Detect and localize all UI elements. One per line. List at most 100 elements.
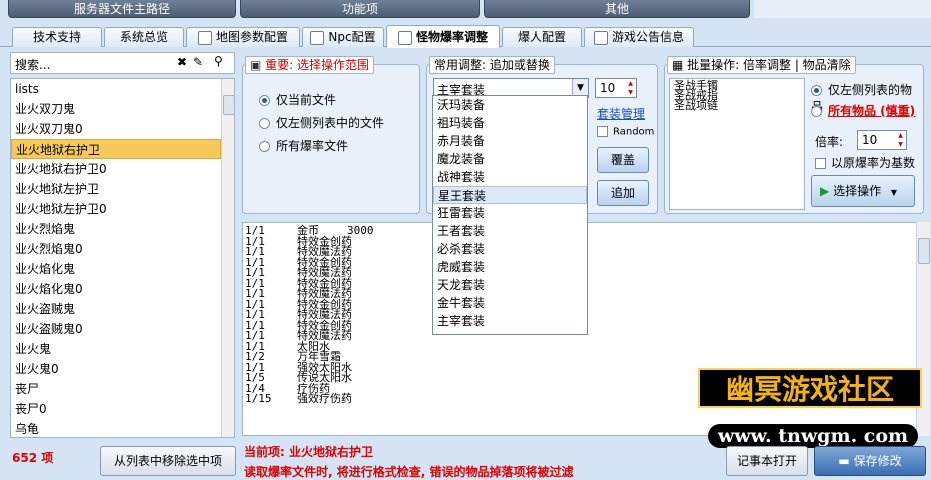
list-item[interactable]: 业火地狱左护卫 — [11, 179, 221, 199]
server-path-button[interactable]: 服务器文件主路径 — [8, 0, 236, 18]
tab-label: Npc配置 — [328, 30, 376, 44]
watermark-logo: 幽冥游戏社区 — [698, 368, 922, 408]
document-icon — [397, 30, 412, 45]
dropdown-option[interactable]: 虎威套装 — [433, 258, 587, 276]
set-dropdown-list: 沃玛装备 祖玛装备 赤月装备 魔龙装备 战神套装 星王套装 狂雷套装 王者套装 必杀套装 虎威套装… — [432, 95, 588, 335]
scroll-thumb[interactable] — [918, 238, 930, 264]
chevron-down-icon: ▼ — [890, 188, 898, 197]
set-manage-link[interactable]: 套装管理 — [597, 105, 645, 122]
remove-selected-button[interactable]: 从列表中移除选中项 — [100, 446, 236, 476]
radio-icon — [259, 95, 270, 106]
notepad-open-button[interactable]: 记事本打开 — [726, 446, 808, 476]
batch-option-all[interactable]: 所有物品 (慎重) — [811, 102, 915, 119]
tab-tech-support[interactable]: 技术支持 — [12, 27, 102, 47]
scope-option-list[interactable]: 仅左侧列表中的文件 — [259, 114, 384, 131]
dropdown-option[interactable]: 王者套装 — [433, 222, 587, 240]
dropdown-items: 沃玛装备 祖玛装备 赤月装备 魔龙装备 战神套装 星王套装 狂雷套装 王者套装 必杀套装 虎威套装… — [433, 96, 587, 330]
scope-group: ▣ 重要: 选择操作范围 仅当前文件 仅左侧列表中的文件 所有爆率文件 — [242, 56, 420, 214]
dropdown-option[interactable]: 狂雷套装 — [433, 204, 587, 222]
save-changes-button[interactable]: ▬ 保存修改 — [814, 446, 926, 476]
log-cell: 强效疗伤药 — [297, 392, 352, 405]
scroll-thumb[interactable] — [223, 95, 234, 115]
search-input[interactable]: 搜索... — [15, 56, 50, 73]
dropdown-option[interactable]: 祖玛装备 — [433, 114, 587, 132]
edit-icon[interactable]: ✎ — [193, 55, 203, 69]
dropdown-option[interactable]: 赤月装备 — [433, 132, 587, 150]
list-item[interactable]: 业火鬼0 — [11, 359, 221, 379]
tab-announcement[interactable]: 游戏公告信息 — [584, 27, 694, 47]
tab-npc-config[interactable]: Npc配置 — [302, 27, 384, 47]
search-icon — [310, 30, 325, 45]
overwrite-button[interactable]: 覆盖 — [597, 147, 649, 173]
stepper-arrows-icon[interactable]: ▲ ▼ — [895, 131, 906, 149]
batch-item: 圣战项链 — [674, 99, 718, 112]
clear-icon[interactable]: ✖ — [177, 55, 187, 69]
radio-label: 仅当前文件 — [276, 93, 337, 107]
tab-label: 爆人配置 — [517, 30, 566, 44]
dropdown-option[interactable]: 金牛套装 — [433, 294, 587, 312]
dropdown-option[interactable]: 必杀套装 — [433, 240, 587, 258]
scope-option-all[interactable]: 所有爆率文件 — [259, 137, 348, 154]
scope-option-current[interactable]: 仅当前文件 — [259, 91, 336, 108]
list-item[interactable]: 丧尸0 — [11, 399, 221, 419]
radio-icon — [811, 85, 822, 96]
home-icon — [197, 30, 212, 45]
list-item[interactable]: 业火烈焰鬼 — [11, 219, 221, 239]
tab-label: 地图参数配置 — [215, 30, 288, 44]
stepper-value: 10 — [862, 133, 878, 147]
select-action-button[interactable]: ▶ 选择操作 ▼ — [811, 175, 915, 207]
radio-label: 所有爆率文件 — [276, 139, 349, 153]
append-button[interactable]: 追加 — [597, 180, 649, 206]
count-stepper[interactable]: 10 ▲ ▼ — [595, 78, 637, 98]
list-item[interactable]: 业火地狱右护卫0 — [11, 159, 221, 179]
list-item[interactable]: 业火烈焰鬼0 — [11, 239, 221, 259]
window-icon — [593, 30, 608, 45]
radio-label: 仅左侧列表中的文件 — [276, 116, 385, 130]
list-item[interactable]: 业火焰化鬼0 — [11, 279, 221, 299]
grid-icon: ▦ — [672, 58, 688, 72]
list-item[interactable]: 业火双刀鬼0 — [11, 119, 221, 139]
format-notice: 读取爆率文件时, 将进行格式检查, 错误的物品掉落项将被过滤 — [244, 465, 574, 479]
tab-map-config[interactable]: 地图参数配置 — [186, 27, 300, 47]
radio-icon — [811, 106, 822, 117]
radio-icon — [259, 118, 270, 129]
list-scrollbar[interactable] — [221, 79, 234, 437]
top-right-area — [754, 0, 931, 18]
base-rate-checkbox[interactable]: 以原爆率为基数 — [815, 154, 915, 171]
watermark-url: www. tnwgm. com — [708, 424, 918, 448]
list-item[interactable]: 业火盗贼鬼0 — [11, 319, 221, 339]
list-item[interactable]: 业火焰化鬼 — [11, 259, 221, 279]
tab-player-drop[interactable]: 爆人配置 — [502, 27, 582, 47]
list-item[interactable]: 丧尸 — [11, 379, 221, 399]
dropdown-option[interactable]: 天龙套装 — [433, 276, 587, 294]
batch-items-box[interactable]: 圣战手镯 圣战戒指 圣战项链 — [669, 78, 805, 210]
functions-button[interactable]: 功能项 — [240, 0, 480, 18]
list-item[interactable]: 业火地狱左护卫0 — [11, 199, 221, 219]
search-box[interactable]: 搜索... ✖ ✎ ⚲ — [10, 52, 235, 74]
dropdown-option[interactable]: 星王套装 — [433, 186, 587, 204]
dropdown-option[interactable]: 战神套装 — [433, 168, 587, 186]
list-item[interactable]: lists — [11, 79, 221, 99]
binoculars-icon[interactable]: ⚲ — [214, 54, 223, 68]
list-item[interactable]: 业火双刀鬼 — [11, 99, 221, 119]
list-items: lists 业火双刀鬼 业火双刀鬼0 业火地狱右护卫 业火地狱右护卫0 业火地狱左护卫 业火… — [11, 79, 221, 437]
tab-bar: 技术支持 系统总览 地图参数配置 Npc配置 怪物爆率调整 爆人配置 游戏公告信… — [0, 25, 931, 48]
common-title: 常用调整: 追加或替换 — [429, 56, 555, 74]
random-checkbox[interactable]: Random — [597, 126, 654, 138]
radio-icon — [259, 141, 270, 152]
dropdown-option[interactable]: 主宰套装 — [433, 312, 587, 330]
tab-label: 系统总览 — [119, 30, 168, 44]
list-item[interactable]: 业火盗贼鬼 — [11, 299, 221, 319]
list-item[interactable]: 业火地狱右护卫 — [11, 139, 221, 159]
list-item[interactable]: 乌龟 — [11, 419, 221, 437]
dropdown-option[interactable]: 沃玛装备 — [433, 96, 587, 114]
list-item[interactable]: 业火鬼 — [11, 339, 221, 359]
play-icon: ▶ — [820, 184, 830, 198]
item-count: 652 项 — [12, 451, 54, 465]
dropdown-option[interactable]: 魔龙装备 — [433, 150, 587, 168]
tab-system-overview[interactable]: 系统总览 — [104, 27, 184, 47]
other-button[interactable]: 其他 — [484, 0, 750, 18]
rate-stepper[interactable]: 10 ▲ ▼ — [857, 130, 907, 150]
stepper-arrows-icon[interactable]: ▲ ▼ — [625, 79, 636, 97]
tab-monster-drop[interactable]: 怪物爆率调整 — [386, 25, 500, 48]
